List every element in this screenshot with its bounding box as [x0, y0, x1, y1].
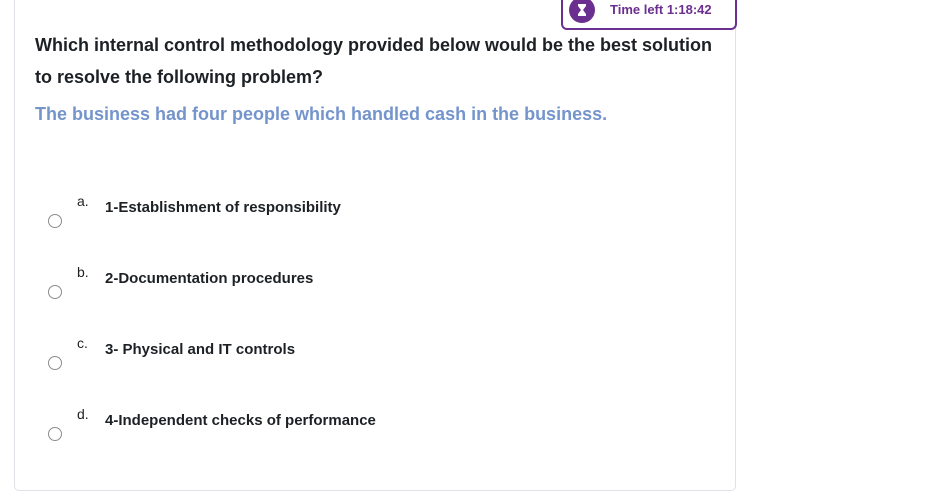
question-text: Which internal control methodology provi… [35, 35, 713, 87]
radio-button[interactable] [48, 427, 62, 441]
answer-letter: d. [77, 406, 89, 422]
radio-button[interactable] [48, 356, 62, 370]
answer-label: 3- Physical and IT controls [105, 341, 296, 358]
answer-label: 4-Independent checks of performance [105, 412, 376, 429]
answer-letter: a. [77, 193, 89, 209]
question-prompt: The business had four people which handl… [35, 104, 608, 124]
answer-option-b[interactable]: b. 2-Documentation procedures [48, 264, 648, 324]
answer-label: 1-Establishment of responsibility [105, 199, 341, 216]
answer-option-c[interactable]: c. 3- Physical and IT controls [48, 335, 648, 395]
answer-label: 2-Documentation procedures [105, 270, 314, 287]
quiz-page: Time left 1:18:42 Which internal control… [0, 0, 945, 494]
radio-button[interactable] [48, 285, 62, 299]
timer-badge: Time left 1:18:42 [561, 0, 737, 30]
radio-button[interactable] [48, 214, 62, 228]
hourglass-icon [569, 0, 595, 23]
answer-letter: c. [77, 335, 88, 351]
answer-option-a[interactable]: a. 1-Establishment of responsibility [48, 193, 648, 253]
time-left-label: Time left 1:18:42 [610, 2, 712, 17]
answer-option-d[interactable]: d. 4-Independent checks of performance [48, 406, 648, 466]
answer-letter: b. [77, 264, 89, 280]
